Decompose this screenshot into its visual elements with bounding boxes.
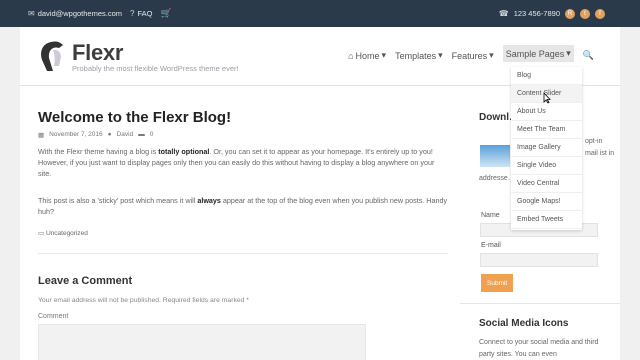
site-tagline: Probably the most flexible WordPress the…: [72, 64, 239, 73]
chevron-down-icon: ▾: [489, 50, 494, 60]
optin-image: [480, 145, 510, 167]
post-meta: ▦ November 7, 2016 ● David ▬ 0: [38, 131, 153, 139]
site-title[interactable]: Flexr: [72, 40, 123, 66]
chevron-down-icon: ▾: [381, 50, 387, 60]
dropdown-item-image-gallery[interactable]: Image Gallery: [511, 139, 582, 157]
email-input[interactable]: [480, 253, 598, 267]
post-date[interactable]: November 7, 2016: [49, 131, 102, 139]
nav-home-label: Home: [355, 50, 380, 61]
top-bar-right: ☎ 123 456-7890 R t f: [499, 0, 605, 27]
p2-text-a: This post is also a 'sticky' post which …: [38, 196, 198, 205]
dropdown-item-google-maps[interactable]: Google Maps!: [511, 193, 582, 211]
nav-templates-label: Templates: [395, 50, 437, 61]
logo-icon[interactable]: [37, 40, 67, 72]
facebook-icon[interactable]: f: [595, 8, 605, 19]
social-heading: Social Media Icons: [479, 318, 569, 329]
nav-sample-pages-label: Sample Pages: [505, 48, 565, 59]
dropdown-item-about-us[interactable]: About Us: [511, 103, 582, 121]
dropdown-item-single-video[interactable]: Single Video: [511, 157, 582, 175]
post-title[interactable]: Welcome to the Flexr Blog!: [38, 109, 231, 126]
top-bar: ✉ david@wpgothemes.com ? FAQ 🛒 ☎ 123 456-7…: [0, 0, 640, 27]
nav-features-label: Features: [451, 50, 488, 61]
post-paragraph-1: With the Flexr theme having a blog is to…: [38, 146, 448, 179]
sidebar-divider: [460, 303, 620, 304]
post-divider: [38, 253, 448, 254]
p1-bold: totally optional: [158, 147, 210, 156]
phone-icon: ☎: [498, 9, 509, 18]
category-link[interactable]: Uncategorized: [46, 230, 88, 237]
calendar-icon: ▦: [38, 132, 45, 139]
name-label: Name: [481, 212, 500, 219]
post-category: ▭ Uncategorized: [38, 229, 88, 237]
faq-text: FAQ: [137, 9, 153, 18]
mouse-cursor-icon: [543, 92, 551, 104]
top-bar-left: ✉ david@wpgothemes.com ? FAQ 🛒: [28, 0, 172, 27]
post-comment-count[interactable]: 0: [150, 131, 154, 139]
chevron-down-icon: ▾: [566, 48, 571, 58]
main-nav: ⌂ Home ▾ Templates ▾ Features ▾ Sample Pages…: [348, 45, 594, 62]
user-icon: ●: [107, 131, 112, 138]
envelope-icon: ✉: [28, 9, 35, 18]
faq-link[interactable]: ? FAQ: [130, 9, 152, 18]
post-author[interactable]: David: [117, 131, 134, 139]
submit-button[interactable]: Submit: [481, 274, 514, 292]
comment-heading: Leave a Comment: [38, 275, 133, 287]
nav-item-features[interactable]: Features ▾: [452, 49, 494, 62]
nav-item-templates[interactable]: Templates ▾: [395, 49, 443, 62]
dropdown-item-blog[interactable]: Blog: [511, 67, 582, 85]
post-paragraph-2: This post is also a 'sticky' post which …: [38, 195, 448, 217]
comment-textarea[interactable]: [38, 324, 366, 360]
phone-number: 123 456-7890: [513, 9, 560, 18]
home-icon: ⌂: [348, 50, 354, 61]
dropdown-item-meet-the-team[interactable]: Meet The Team: [511, 121, 582, 139]
search-icon[interactable]: 🔍: [583, 49, 594, 62]
chevron-down-icon: ▾: [438, 50, 443, 60]
comment-note: Your email address will not be published…: [38, 297, 249, 304]
question-icon: ?: [130, 9, 135, 18]
p1-text-a: With the Flexr theme having a blog is: [38, 147, 159, 156]
twitter-icon[interactable]: t: [580, 8, 590, 19]
cart-icon[interactable]: 🛒: [161, 8, 172, 19]
comment-icon: ▬: [138, 131, 145, 138]
optin-text-right: opt-in mail ist in: [585, 138, 615, 157]
email-text: david@wpgothemes.com: [37, 9, 123, 18]
nav-item-sample-pages[interactable]: Sample Pages ▾: [502, 45, 574, 62]
email-link[interactable]: ✉ david@wpgothemes.com: [28, 9, 122, 18]
comment-label: Comment: [38, 313, 69, 320]
nav-item-home[interactable]: ⌂ Home ▾: [348, 49, 386, 62]
social-text: Connect to your social media and third p…: [479, 339, 599, 358]
dropdown-item-embed-tweets[interactable]: Embed Tweets: [511, 211, 582, 229]
p2-bold: always: [197, 196, 221, 205]
folder-icon: ▭: [38, 230, 45, 237]
rss-icon[interactable]: R: [565, 8, 575, 19]
dropdown-item-video-central[interactable]: Video Central: [511, 175, 582, 193]
email-label: E-mail: [481, 242, 501, 249]
